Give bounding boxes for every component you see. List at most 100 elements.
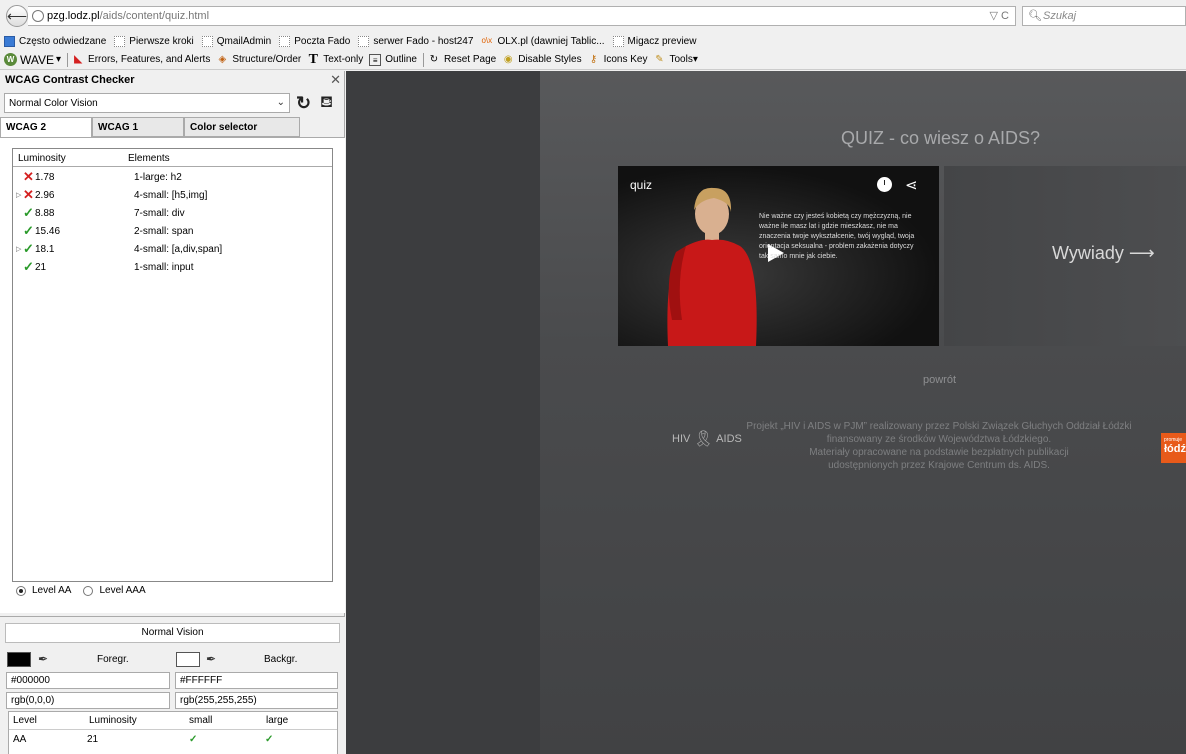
- level-aaa-radio[interactable]: [83, 585, 94, 596]
- background-hex-input[interactable]: #FFFFFF: [175, 672, 338, 689]
- pass-icon: ✓: [265, 734, 274, 745]
- level-radio-group: Level AA Level AAA: [16, 585, 146, 596]
- text-only-button[interactable]: T Text-only: [307, 51, 364, 67]
- dropdown-icon: ▾: [692, 54, 698, 65]
- key-icon: ⚷: [589, 53, 598, 65]
- close-icon[interactable]: ✕: [330, 72, 341, 88]
- ribbon-icon: 🎗︎: [693, 431, 714, 448]
- toolbar-separator: [422, 52, 424, 67]
- bookmark-item[interactable]: Poczta Fado: [279, 35, 350, 47]
- tab-wcag1[interactable]: WCAG 1: [92, 117, 184, 137]
- background-rgb-input[interactable]: rgb(255,255,255): [175, 692, 338, 709]
- outline-button[interactable]: ≡ Outline: [369, 53, 417, 66]
- outline-icon: ≡: [369, 53, 382, 66]
- expand-twisty-icon[interactable]: ▷: [16, 191, 21, 199]
- fail-icon: ✕: [23, 187, 34, 202]
- level-aa-radio[interactable]: [16, 585, 26, 596]
- errors-icon: ◣: [74, 53, 82, 65]
- sidebar-title: WCAG Contrast Checker: [5, 74, 135, 86]
- pass-icon: ✓: [23, 223, 34, 238]
- search-icon: 🔍︎: [1028, 10, 1042, 22]
- wave-logo-icon: W: [4, 53, 17, 66]
- project-description: Projekt „HIV i AIDS w PJM” realizowany p…: [746, 421, 1132, 471]
- result-row[interactable]: ▷ ✕ 2.96 4-small: [h5,img]: [13, 187, 332, 205]
- errors-button[interactable]: ◣ Errors, Features, and Alerts: [72, 54, 210, 66]
- background-label: Backgr.: [264, 654, 298, 665]
- bookmark-item[interactable]: Często odwiedzane: [4, 35, 106, 47]
- interviews-link[interactable]: Wywiady ⟶: [1052, 243, 1155, 264]
- bookmarks-bar: Często odwiedzane Pierwsze kroki QmailAd…: [0, 32, 1186, 50]
- search-input[interactable]: 🔍︎ Szukaj: [1022, 6, 1186, 26]
- table-row: AA 21 ✓ ✓: [13, 734, 274, 745]
- results-tree[interactable]: Luminosity Elements ✕ 1.78 1-large: h2 ▷…: [12, 148, 333, 582]
- page-icon: [358, 35, 370, 47]
- bookmark-item[interactable]: Pierwsze kroki: [114, 35, 194, 47]
- bookmark-item[interactable]: QmailAdmin: [201, 35, 271, 47]
- foreground-hex-input[interactable]: #000000: [6, 672, 170, 689]
- page-icon: [201, 35, 213, 47]
- globe-icon: [32, 10, 44, 22]
- back-link[interactable]: powrót: [923, 374, 956, 386]
- reload-icon[interactable]: ▽ C: [990, 9, 1009, 22]
- result-row[interactable]: ✓ 15.46 2-small: span: [13, 223, 332, 241]
- toolbar-separator: [67, 52, 69, 67]
- tab-strip: WCAG 2 WCAG 1 Color selector: [0, 117, 345, 138]
- tools-icon: ✎: [655, 53, 664, 65]
- video-player[interactable]: quiz ⋖ Nie ważne czy jesteś kobietą czy …: [618, 166, 939, 346]
- tab-color-selector[interactable]: Color selector: [184, 117, 300, 137]
- results-header: Luminosity Elements: [13, 149, 332, 167]
- results-panel: Luminosity Elements ✕ 1.78 1-large: h2 ▷…: [0, 137, 345, 613]
- vision-mode-select[interactable]: Normal Color Vision ⌄: [4, 93, 290, 113]
- result-row[interactable]: ✕ 1.78 1-large: h2: [13, 169, 332, 187]
- result-row[interactable]: ✓ 21 1-small: input: [13, 259, 332, 277]
- bookmark-item[interactable]: o\x OLX.pl (dawniej Tablic...: [481, 36, 604, 47]
- share-icon[interactable]: ⋖: [905, 176, 918, 194]
- reset-icon: ↻: [429, 53, 439, 65]
- address-field[interactable]: pzg.lodz.pl/aids/content/quiz.html ▽ C: [28, 6, 1016, 26]
- fail-icon: ✕: [23, 169, 34, 184]
- paint-bucket-icon[interactable]: ⛾: [320, 93, 333, 113]
- wave-menu[interactable]: W WAVE ▾: [4, 53, 61, 67]
- presenter-image: [667, 187, 757, 346]
- result-row[interactable]: ✓ 8.88 7-small: div: [13, 205, 332, 223]
- pass-icon: ✓: [23, 205, 34, 220]
- search-placeholder: Szukaj: [1043, 10, 1077, 22]
- tab-wcag2[interactable]: WCAG 2: [0, 117, 92, 138]
- lodz-promo-badge[interactable]: promuje łódź: [1161, 433, 1186, 463]
- url-text: pzg.lodz.pl/aids/content/quiz.html: [47, 10, 210, 22]
- icons-key-button[interactable]: ⚷ Icons Key: [588, 54, 648, 66]
- back-button[interactable]: ⟵: [6, 5, 28, 27]
- refresh-icon[interactable]: ↻: [296, 93, 311, 113]
- page-icon: [114, 35, 126, 47]
- page-icon: [612, 35, 624, 47]
- foreground-label: Foregr.: [97, 654, 129, 665]
- wave-toolbar: W WAVE ▾ ◣ Errors, Features, and Alerts ◈ St…: [0, 50, 1186, 70]
- bookmark-item[interactable]: serwer Fado - host247: [358, 35, 473, 47]
- color-detail-panel: Normal Vision ✒ Foregr. ✒ Backgr. #00000…: [0, 616, 345, 754]
- text-icon: T: [308, 51, 318, 67]
- level-aa-label: Level AA: [32, 585, 72, 596]
- foreground-rgb-input[interactable]: rgb(0,0,0): [6, 692, 170, 709]
- bookmark-icon: [4, 35, 15, 47]
- result-row[interactable]: ▷ ✓ 18.1 4-small: [a,div,span]: [13, 241, 332, 259]
- structure-button[interactable]: ◈ Structure/Order: [216, 54, 301, 66]
- expand-twisty-icon[interactable]: ▷: [16, 245, 21, 253]
- eyedropper-icon[interactable]: ✒: [206, 652, 216, 666]
- video-title: quiz: [630, 178, 653, 192]
- vision-mode-heading: Normal Vision: [5, 623, 340, 643]
- interviews-tile[interactable]: Wywiady ⟶: [944, 166, 1186, 346]
- structure-icon: ◈: [218, 53, 227, 65]
- disable-styles-button[interactable]: ◉ Disable Styles: [502, 54, 582, 66]
- foreground-swatch[interactable]: [7, 652, 31, 667]
- contrast-checker-sidebar: WCAG Contrast Checker ✕ Normal Color Vis…: [0, 71, 345, 754]
- background-swatch[interactable]: [176, 652, 200, 667]
- watch-later-icon[interactable]: [877, 177, 892, 192]
- page-icon: [279, 35, 291, 47]
- reset-page-button[interactable]: ↻ Reset Page: [428, 54, 496, 66]
- pass-icon: ✓: [189, 734, 198, 745]
- pass-icon: ✓: [23, 259, 34, 274]
- bookmark-item[interactable]: Migacz preview: [612, 35, 696, 47]
- tools-menu[interactable]: ✎ Tools ▾: [654, 54, 698, 66]
- eyedropper-icon[interactable]: ✒: [38, 652, 48, 666]
- chevron-down-icon: ⌄: [276, 97, 285, 108]
